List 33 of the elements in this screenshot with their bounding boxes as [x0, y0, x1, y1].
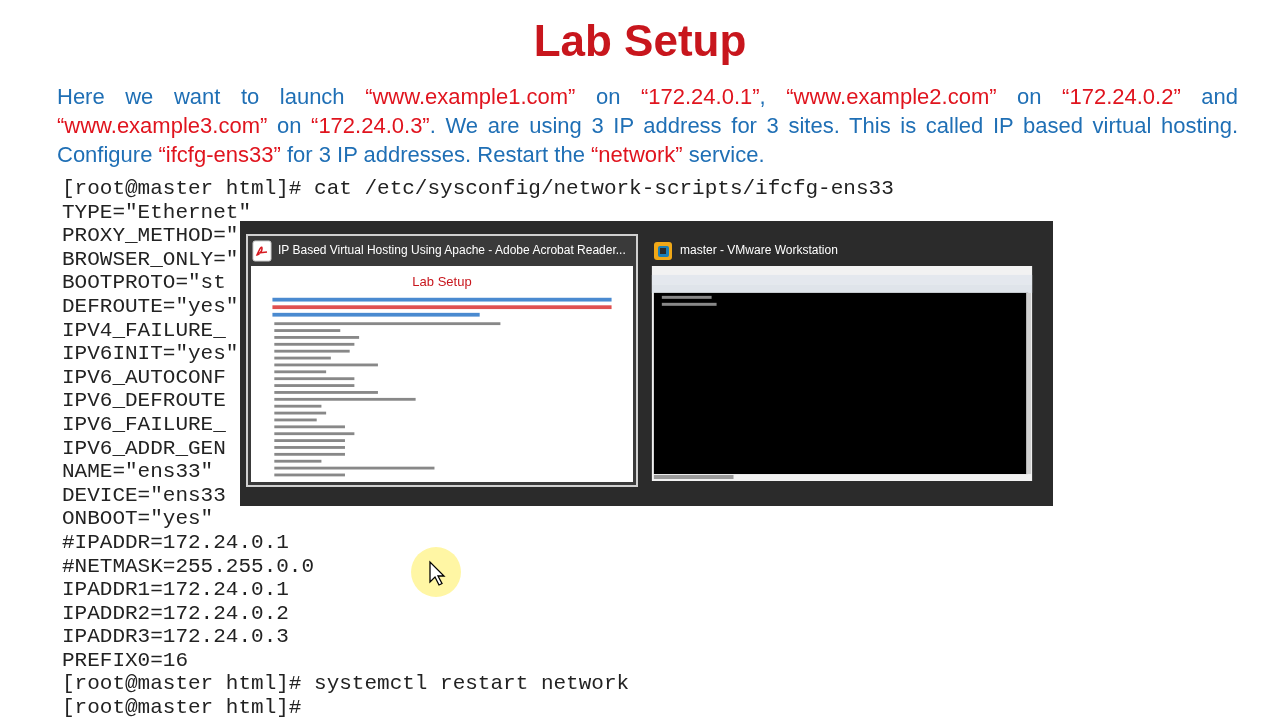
terminal-line: BOOTPROTO="st: [62, 271, 226, 295]
terminal-line: IPV6_AUTOCONF: [62, 365, 226, 390]
terminal-line: IPV6_ADDR_GEN: [62, 436, 226, 461]
terminal-line: PROXY_METHOD=": [62, 224, 239, 248]
terminal-line: DEFROUTE="yes": [62, 294, 239, 319]
terminal-line: [root@master html]#: [62, 696, 302, 720]
window-thumbnail[interactable]: master - VMware Workstation: [646, 234, 1038, 487]
terminal-line: #NETMASK=255.255.0.0: [62, 554, 315, 579]
mouse-pointer-icon: [410, 546, 462, 598]
window-title: master - VMware Workstation: [680, 242, 838, 260]
terminal-line: IPV4_FAILURE_: [62, 318, 226, 343]
terminal-line: IPADDR2=172.24.0.2: [62, 601, 289, 626]
terminal-line: [root@master html]# cat /etc/sysconfig/network-scripts/ifcfg-ens33: [62, 177, 894, 201]
window-thumbnail[interactable]: IP Based Virtual Hosting Using Apache - Adobe Acrobat Reader... Lab Setup: [246, 234, 638, 487]
terminal-line: TYPE="Ethernet": [62, 200, 252, 225]
terminal-line: IPV6_FAILURE_: [62, 412, 226, 437]
terminal-line: IPV6INIT="yes": [62, 342, 239, 366]
slide-title: Lab Setup: [533, 15, 747, 67]
terminal-line: PREFIX0=16: [62, 648, 189, 673]
terminal-line: [root@master html]# systemctl restart network: [62, 672, 630, 697]
terminal-line: ONBOOT="yes": [62, 507, 214, 531]
app-logo-icon: [652, 240, 674, 262]
terminal-line: IPV6_DEFROUTE: [62, 389, 226, 413]
preview-title: Lab Setup: [412, 273, 472, 291]
terminal-line: DEVICE="ens33: [62, 483, 226, 508]
intro-paragraph: Here we want to launch “www.example1.com” on “172.24.0.1”, “www.example2.com” on “172.24.0.2” and “www.example3.com” on “172.24.0.3”. We are using 3 IP address for 3 sites. This is called IP based virtual hosting. Configure “ifcfg-ens33” for 3 IP addresses. Restart the “network” service.: [57, 83, 1238, 169]
terminal-line: NAME="ens33": [62, 460, 214, 484]
terminal-line: IPADDR3=172.24.0.3: [62, 625, 289, 649]
pdf-file-icon: [252, 240, 272, 262]
terminal-line: BROWSER_ONLY=": [62, 247, 239, 272]
window-title: IP Based Virtual Hosting Using Apache - Adobe Acrobat Reader...: [278, 242, 626, 260]
terminal-line: #IPADDR=172.24.0.1: [62, 530, 289, 555]
terminal-line: IPADDR1=172.24.0.1: [62, 578, 289, 602]
